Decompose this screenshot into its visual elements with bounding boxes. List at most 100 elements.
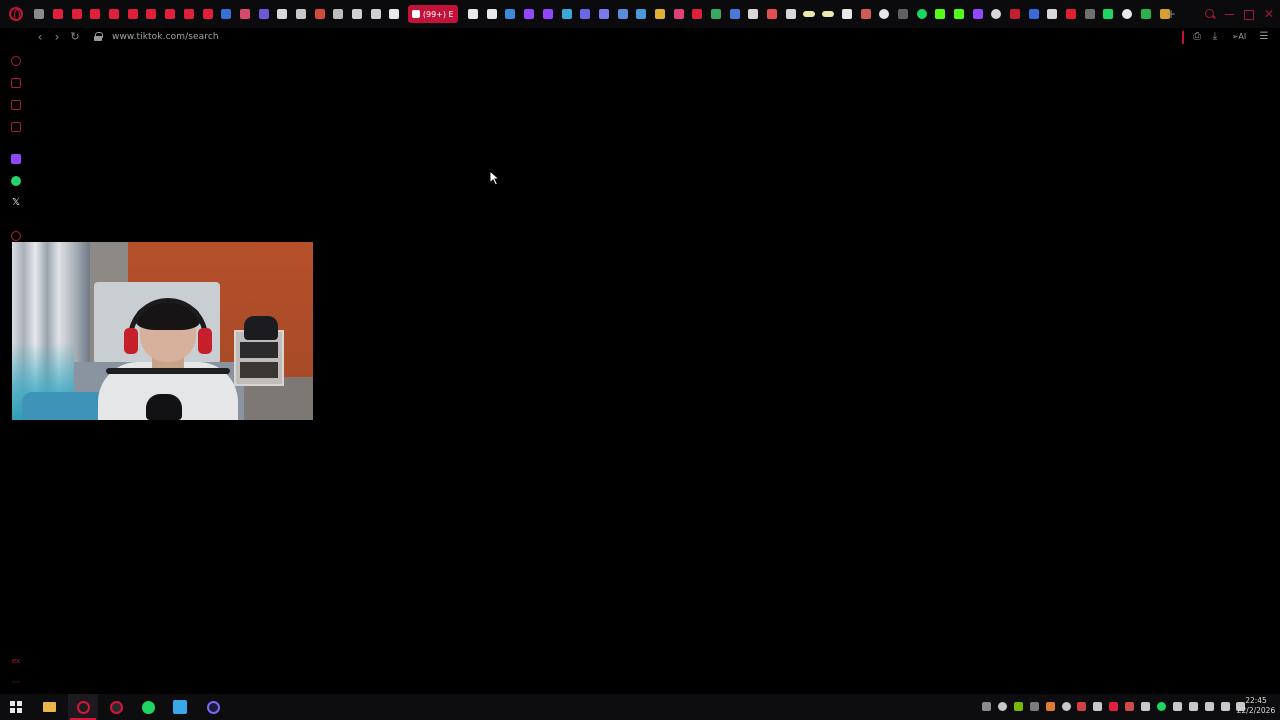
tab[interactable] xyxy=(744,5,763,23)
tab[interactable] xyxy=(385,5,404,23)
reload-button[interactable]: ↻ xyxy=(68,30,82,44)
mic-icon[interactable] xyxy=(1204,702,1214,711)
taskbar-app-icon[interactable] xyxy=(172,699,188,715)
tab[interactable] xyxy=(819,5,838,23)
tab[interactable] xyxy=(161,5,180,23)
tray-icon[interactable] xyxy=(1172,702,1182,711)
tab[interactable] xyxy=(180,5,199,23)
tab[interactable] xyxy=(254,5,273,23)
tab[interactable] xyxy=(464,5,483,23)
close-icon[interactable]: ✕ xyxy=(1262,7,1276,21)
tab[interactable] xyxy=(310,5,329,23)
tab[interactable] xyxy=(67,5,86,23)
sidebar-item-add[interactable] xyxy=(10,230,22,242)
tab[interactable] xyxy=(198,5,217,23)
sidebar-item-messenger[interactable] xyxy=(10,99,22,111)
back-button[interactable]: ‹ xyxy=(33,30,47,44)
lock-icon[interactable] xyxy=(94,32,103,41)
tray-icon[interactable] xyxy=(1045,702,1055,711)
tab[interactable] xyxy=(632,5,651,23)
tab[interactable] xyxy=(539,5,558,23)
tab[interactable] xyxy=(931,5,950,23)
tab[interactable] xyxy=(856,5,875,23)
tray-icon[interactable] xyxy=(1077,702,1087,711)
sidebar-item-twitch[interactable] xyxy=(10,153,22,165)
tab[interactable] xyxy=(30,5,49,23)
tab[interactable] xyxy=(1137,5,1156,23)
network-icon[interactable] xyxy=(1220,702,1230,711)
tab[interactable] xyxy=(1099,5,1118,23)
file-explorer-icon[interactable] xyxy=(41,699,57,715)
tray-icon[interactable] xyxy=(982,702,991,711)
tab[interactable] xyxy=(763,5,782,23)
sidebar-more-button[interactable]: ··· xyxy=(10,677,22,689)
tab[interactable] xyxy=(142,5,161,23)
sidebar-item-whatsapp[interactable] xyxy=(10,175,22,187)
tab[interactable] xyxy=(217,5,236,23)
tab[interactable] xyxy=(292,5,311,23)
new-tab-button[interactable]: + xyxy=(1164,6,1178,22)
sidebar-item-history[interactable] xyxy=(10,55,22,67)
tray-icon[interactable] xyxy=(1093,702,1103,711)
tab[interactable] xyxy=(725,5,744,23)
sidebar-item-x[interactable]: 𝕏 xyxy=(10,197,22,209)
sidebar-item-wallet[interactable] xyxy=(10,77,22,89)
start-button[interactable] xyxy=(8,699,24,715)
tab[interactable] xyxy=(781,5,800,23)
taskbar-app-icon[interactable] xyxy=(108,699,124,715)
tab[interactable] xyxy=(688,5,707,23)
minimize-icon[interactable] xyxy=(1223,7,1237,21)
tab[interactable] xyxy=(968,5,987,23)
aria-ai-button[interactable]: ➢AI xyxy=(1227,30,1251,44)
opera-gx-logo-icon[interactable] xyxy=(9,7,23,21)
opera-gx-icon[interactable] xyxy=(74,699,92,715)
tray-icon[interactable] xyxy=(1141,702,1150,711)
forward-button[interactable]: › xyxy=(50,30,64,44)
sidebar-extensions-label[interactable]: ex xyxy=(10,655,22,667)
tab[interactable] xyxy=(707,5,726,23)
tab[interactable] xyxy=(86,5,105,23)
tray-icon[interactable] xyxy=(1125,702,1135,711)
tab[interactable] xyxy=(482,5,501,23)
tab[interactable] xyxy=(557,5,576,23)
tab[interactable] xyxy=(520,5,539,23)
tab[interactable] xyxy=(49,5,68,23)
tab[interactable] xyxy=(1043,5,1062,23)
tray-icon[interactable] xyxy=(1109,702,1119,711)
tab[interactable] xyxy=(800,5,819,23)
url-field[interactable]: www.tiktok.com/search xyxy=(112,29,219,45)
tray-icon[interactable] xyxy=(1029,702,1039,711)
tab[interactable] xyxy=(501,5,520,23)
download-icon[interactable]: ⤓ xyxy=(1208,30,1222,44)
usb-icon[interactable] xyxy=(1188,702,1198,711)
search-tabs-icon[interactable] xyxy=(1203,7,1217,21)
steam-icon[interactable] xyxy=(997,702,1007,711)
tab[interactable] xyxy=(875,5,894,23)
system-clock[interactable]: 22:45 22/2/2026 xyxy=(1236,696,1276,716)
tab[interactable] xyxy=(950,5,969,23)
tab[interactable] xyxy=(366,5,385,23)
discord-icon[interactable] xyxy=(1061,702,1071,711)
tab[interactable] xyxy=(595,5,614,23)
tab[interactable] xyxy=(651,5,670,23)
tab[interactable] xyxy=(329,5,348,23)
tab[interactable] xyxy=(838,5,857,23)
taskbar-app-icon[interactable] xyxy=(205,699,221,715)
tab[interactable] xyxy=(1080,5,1099,23)
spotify-icon[interactable] xyxy=(140,699,156,715)
tab[interactable] xyxy=(894,5,913,23)
tab[interactable] xyxy=(669,5,688,23)
tab[interactable] xyxy=(348,5,367,23)
tab[interactable] xyxy=(1062,5,1081,23)
sidebar-item-notes[interactable] xyxy=(10,121,22,133)
tab[interactable] xyxy=(273,5,292,23)
tab[interactable] xyxy=(912,5,931,23)
tab[interactable] xyxy=(236,5,255,23)
tab[interactable] xyxy=(613,5,632,23)
snapshot-icon[interactable]: ⎙ xyxy=(1190,30,1204,44)
tab[interactable] xyxy=(1024,5,1043,23)
spotify-icon[interactable] xyxy=(1156,702,1166,711)
tab-active-tiktok[interactable]: (99+) E xyxy=(407,5,458,23)
tab[interactable] xyxy=(105,5,124,23)
tab[interactable] xyxy=(1006,5,1025,23)
